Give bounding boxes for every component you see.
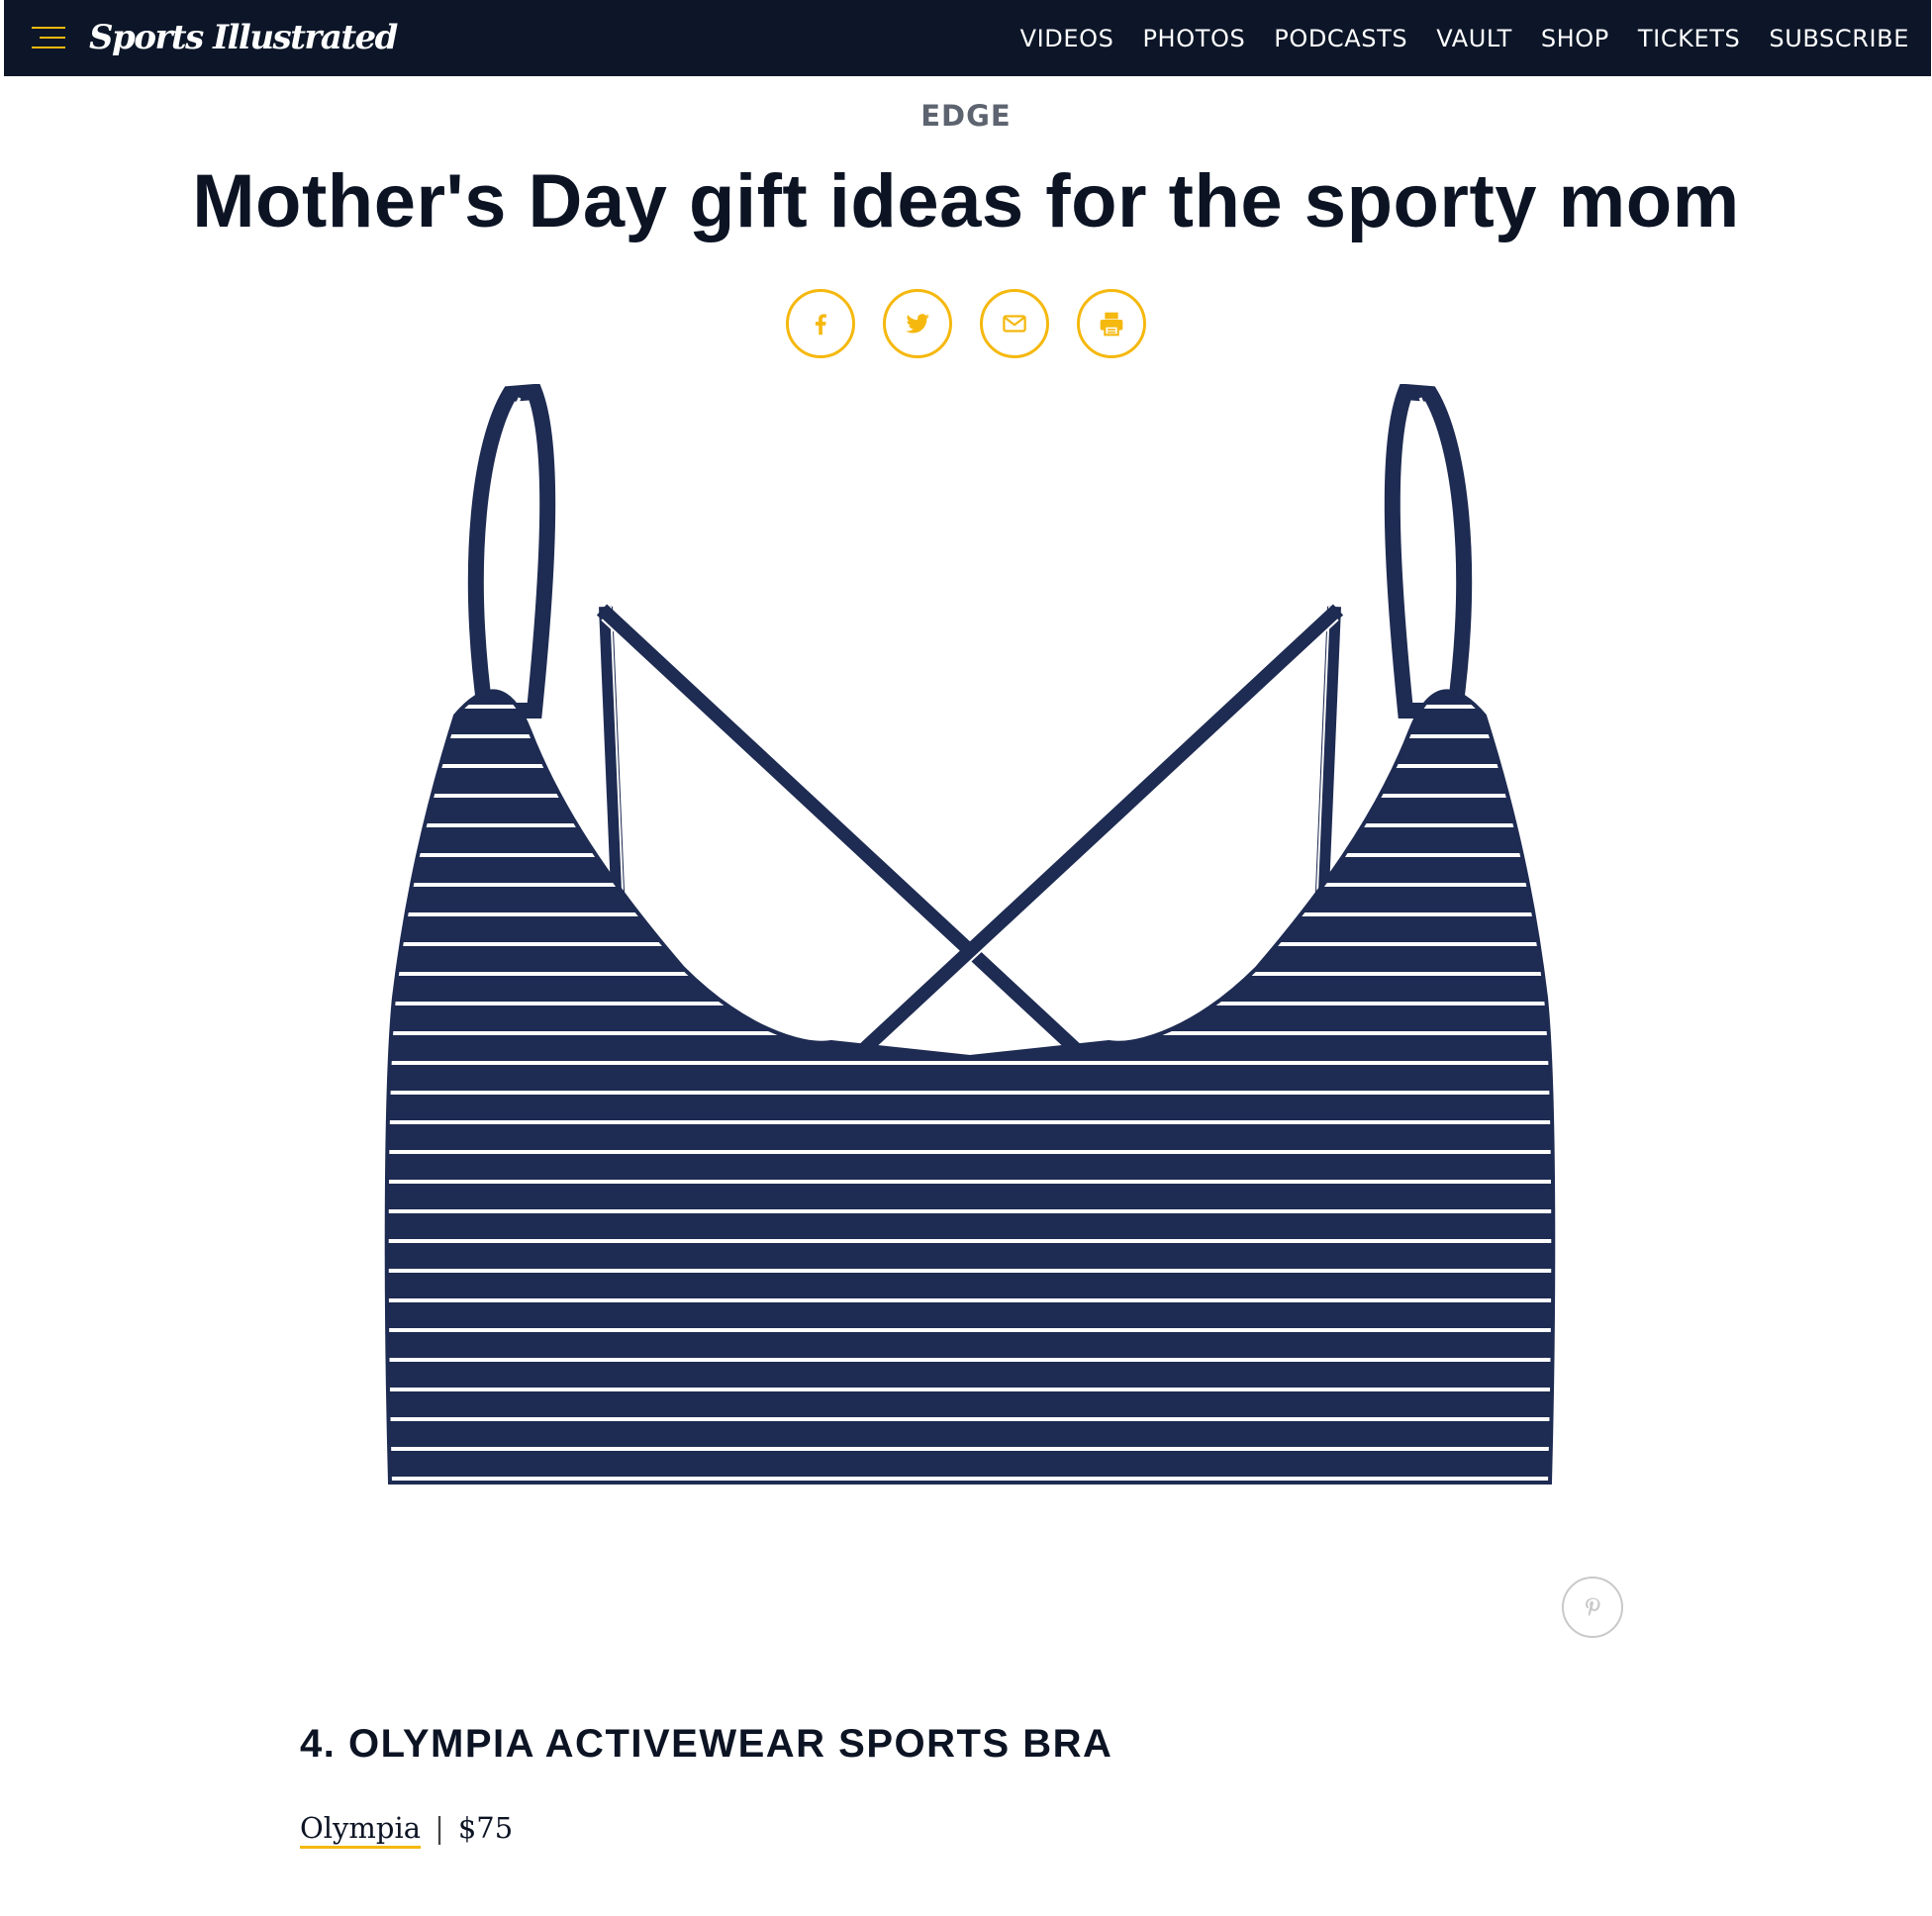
nav-item-podcasts[interactable]: PODCASTS [1274, 25, 1407, 52]
facebook-share-button[interactable] [786, 289, 855, 358]
gallery-item-meta: Olympia | $75 [300, 1811, 513, 1849]
brand-link[interactable]: Olympia [300, 1811, 422, 1849]
nav-item-vault[interactable]: VAULT [1436, 25, 1512, 52]
pinterest-save-button[interactable] [1562, 1577, 1623, 1638]
nav-item-photos[interactable]: PHOTOS [1142, 25, 1245, 52]
nav-item-subscribe[interactable]: SUBSCRIBE [1769, 25, 1909, 52]
facebook-icon [816, 314, 826, 335]
email-share-button[interactable] [980, 289, 1049, 358]
hamburger-menu-icon[interactable] [28, 25, 65, 50]
gallery-item-title: 4. OLYMPIA ACTIVEWEAR SPORTS BRA [300, 1722, 1113, 1766]
nav-item-tickets[interactable]: TICKETS [1638, 25, 1741, 52]
pinterest-icon [1586, 1597, 1600, 1617]
top-nav-bar: Sports Illustrated VIDEOS PHOTOS PODCAST… [4, 0, 1931, 76]
nav-item-shop[interactable]: SHOP [1541, 25, 1609, 52]
product-image [384, 384, 1556, 1485]
price-label: $75 [457, 1811, 514, 1845]
section-kicker[interactable]: EDGE [0, 99, 1932, 133]
share-bar [0, 289, 1932, 358]
print-button[interactable] [1077, 289, 1146, 358]
email-icon [1003, 315, 1026, 333]
nav-item-videos[interactable]: VIDEOS [1020, 25, 1114, 52]
main-nav: VIDEOS PHOTOS PODCASTS VAULT SHOP TICKET… [992, 0, 1909, 76]
twitter-share-button[interactable] [883, 289, 952, 358]
meta-separator: | [435, 1811, 444, 1845]
twitter-icon [906, 314, 929, 334]
site-logo[interactable]: Sports Illustrated [89, 14, 398, 61]
print-icon [1100, 312, 1123, 336]
article-title: Mother's Day gift ideas for the sporty m… [192, 159, 1740, 243]
